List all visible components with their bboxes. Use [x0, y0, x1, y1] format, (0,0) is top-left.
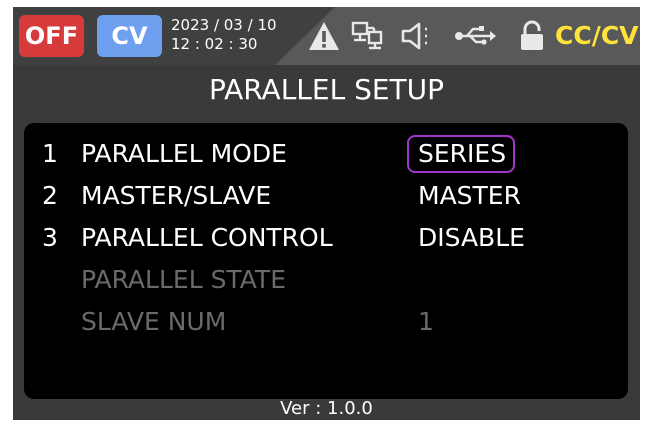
setting-row-parallel-mode[interactable]: 1 PARALLEL MODE SERIES [24, 135, 628, 173]
page-title: PARALLEL SETUP [208, 73, 445, 106]
setting-row-parallel-state: PARALLEL STATE [24, 261, 628, 299]
priority-mode-label: CC/CV [555, 21, 639, 50]
firmware-version: Ver : 1.0.0 [280, 398, 373, 419]
device-screen: OFF CV 2023 / 03 / 10 12 : 02 : 30 CC/CV… [13, 7, 640, 420]
setting-label: MASTER/SLAVE [81, 181, 272, 210]
slave-num-value: 1 [418, 307, 434, 336]
settings-panel: 1 PARALLEL MODE SERIES 2 MASTER/SLAVE MA… [24, 123, 628, 399]
parallel-mode-value[interactable]: SERIES [418, 135, 506, 173]
setting-number: 2 [42, 181, 58, 210]
network-icon [349, 19, 385, 53]
status-bar: OFF CV 2023 / 03 / 10 12 : 02 : 30 CC/CV [13, 7, 640, 65]
speaker-icon [398, 19, 438, 53]
setting-label: PARALLEL MODE [81, 139, 287, 168]
setting-row-parallel-control[interactable]: 3 PARALLEL CONTROL DISABLE [24, 219, 628, 257]
setting-row-master-slave[interactable]: 2 MASTER/SLAVE MASTER [24, 177, 628, 215]
usb-icon [453, 19, 497, 53]
setting-number: 1 [42, 139, 58, 168]
setting-number: 3 [42, 223, 58, 252]
time-display: 12 : 02 : 30 [171, 35, 258, 53]
setting-label: PARALLEL STATE [81, 265, 286, 294]
date-display: 2023 / 03 / 10 [171, 16, 277, 34]
setting-label: PARALLEL CONTROL [81, 223, 333, 252]
warning-icon [306, 19, 342, 53]
master-slave-value[interactable]: MASTER [418, 177, 521, 215]
output-state-badge[interactable]: OFF [19, 15, 84, 57]
parallel-control-value[interactable]: DISABLE [418, 219, 525, 257]
setting-label: SLAVE NUM [81, 307, 227, 336]
lock-icon [517, 19, 547, 53]
setting-row-slave-num: SLAVE NUM 1 [24, 303, 628, 341]
regulation-mode-badge[interactable]: CV [97, 15, 162, 57]
